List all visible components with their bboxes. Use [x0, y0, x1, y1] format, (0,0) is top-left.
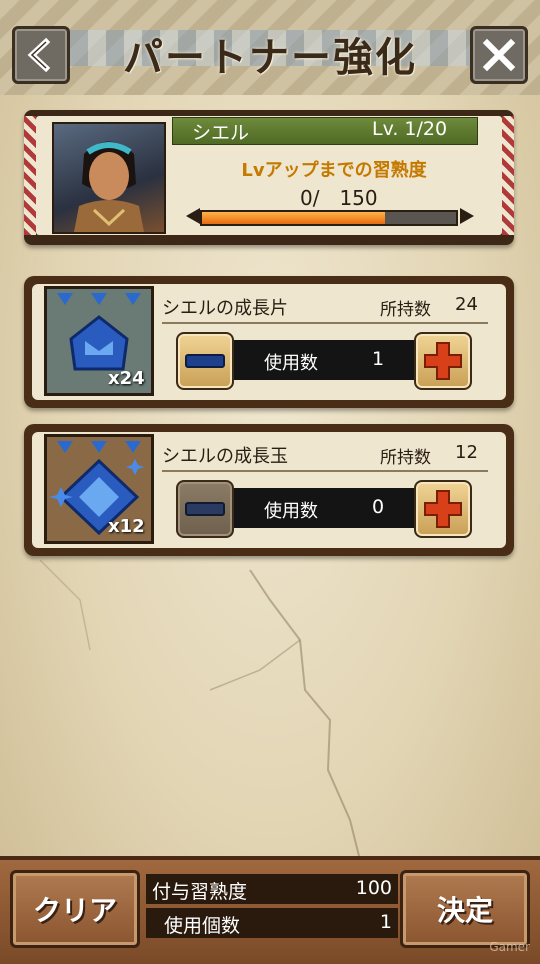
use-count-value: 1 [372, 348, 385, 370]
partner-name: シエル [192, 122, 250, 144]
use-count-value: 0 [372, 496, 385, 518]
decide-button[interactable]: 決定 [400, 870, 530, 948]
granted-exp-label: 付与習熟度 [152, 881, 248, 903]
minus-button-fragment[interactable] [176, 332, 234, 390]
used-count-row: 使用個数 1 [146, 908, 398, 938]
plus-button-fragment[interactable] [414, 332, 472, 390]
chevron-left-icon [27, 38, 51, 72]
plus-icon [424, 342, 462, 380]
use-count-strip [200, 488, 440, 528]
used-count-label: 使用個数 [164, 915, 241, 937]
back-button[interactable] [12, 26, 70, 84]
granted-exp-value: 100 [355, 877, 392, 899]
plus-button-orb[interactable] [414, 480, 472, 538]
summary-box: 付与習熟度 100 使用個数 1 [146, 872, 398, 940]
exp-label: Lvアップまでの習熟度 [241, 160, 427, 181]
exp-progress-bar [200, 210, 458, 226]
close-button[interactable] [470, 26, 528, 84]
portrait-figure [74, 141, 144, 232]
owned-label: 所持数 [380, 300, 431, 320]
exp-value: 0/ 150 [300, 186, 378, 210]
minus-icon [185, 502, 225, 516]
exp-progress-fill [202, 212, 385, 224]
item-icon-count: x24 [108, 368, 145, 389]
item-icon-count: x12 [108, 516, 145, 537]
close-icon [482, 38, 516, 72]
granted-exp-row: 付与習熟度 100 [146, 874, 398, 904]
watermark: Gamer [489, 940, 530, 954]
minus-button-orb[interactable] [176, 480, 234, 538]
owned-label: 所持数 [380, 448, 431, 468]
plus-icon [424, 490, 462, 528]
card-left-border [24, 116, 36, 235]
item-name: シエルの成長片 [162, 298, 288, 319]
owned-count: 24 [455, 294, 478, 315]
item-divider [162, 470, 488, 472]
use-count-strip [200, 340, 440, 380]
page-title: パートナー強化 [123, 35, 417, 81]
item-divider [162, 322, 488, 324]
partner-level: Lv. 1/20 [372, 118, 448, 140]
card-right-border [502, 116, 514, 235]
owned-count: 12 [455, 442, 478, 463]
use-count-label: 使用数 [264, 353, 318, 374]
use-count-label: 使用数 [264, 501, 318, 522]
clear-button[interactable]: クリア [10, 870, 140, 948]
item-name: シエルの成長玉 [162, 446, 288, 467]
used-count-value: 1 [379, 911, 392, 933]
minus-icon [185, 354, 225, 368]
partner-portrait [52, 122, 166, 234]
